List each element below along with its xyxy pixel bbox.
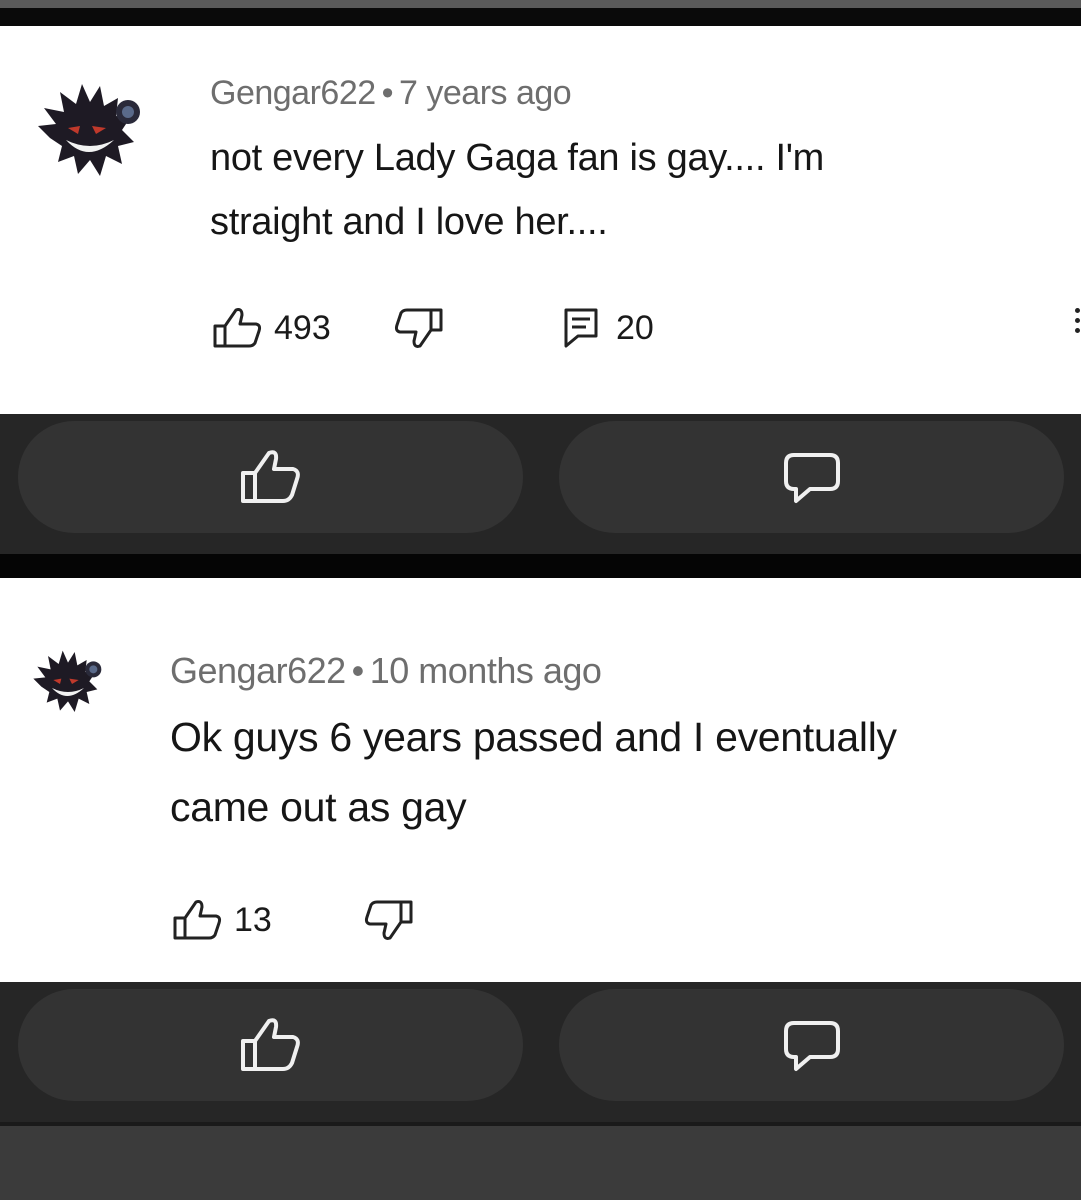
like-count: 493	[274, 308, 331, 347]
thumbs-up-icon	[213, 308, 262, 348]
comment-text-line: came out as gay	[170, 784, 467, 830]
dislike-button[interactable]	[362, 898, 414, 942]
timestamp: 7 years ago	[399, 74, 572, 112]
thumbs-up-icon	[173, 900, 222, 940]
meta-separator: •	[351, 650, 365, 691]
kebab-menu-icon[interactable]	[1075, 308, 1081, 338]
comment-text: Ok guys 6 years passed and I eventually …	[170, 702, 897, 842]
action-bar	[0, 982, 1081, 1122]
comment-text-line: straight and I love her....	[210, 201, 608, 243]
thumbs-down-icon	[364, 900, 413, 940]
comment-pill-button[interactable]	[559, 989, 1064, 1101]
comment-card: Gengar622 • 10 months ago Ok guys 6 years …	[0, 578, 1081, 982]
gengar-avatar-icon	[33, 650, 102, 712]
like-button[interactable]: 13	[172, 898, 272, 942]
timestamp: 10 months ago	[369, 650, 602, 691]
reply-count: 20	[616, 308, 654, 347]
bottom-area	[0, 1126, 1081, 1200]
reply-button[interactable]: 20	[562, 306, 654, 350]
like-count: 13	[234, 900, 272, 939]
avatar[interactable]	[30, 68, 150, 188]
thumbs-down-icon	[394, 308, 443, 348]
comment-bubble-icon	[783, 1021, 840, 1071]
comment-meta: Gengar622 • 10 months ago	[170, 650, 602, 692]
reply-icon	[564, 308, 598, 348]
comment-text-line: not every Lady Gaga fan is gay.... I'm	[210, 137, 825, 179]
comment-text: not every Lady Gaga fan is gay.... I'm s…	[210, 126, 824, 254]
like-button[interactable]: 493	[212, 306, 331, 350]
dislike-button[interactable]	[392, 306, 444, 350]
thumbs-up-icon	[240, 450, 300, 503]
top-strip	[0, 0, 1081, 8]
action-bar	[0, 414, 1081, 554]
gengar-avatar-icon	[38, 84, 140, 176]
like-pill-button[interactable]	[18, 421, 523, 533]
comment-card: Gengar622 • 7 years ago not every Lady Gag…	[0, 26, 1081, 414]
comment-bubble-icon	[783, 453, 840, 503]
thumbs-up-icon	[240, 1018, 300, 1071]
meta-separator: •	[381, 74, 394, 112]
comment-pill-button[interactable]	[559, 421, 1064, 533]
comment-meta: Gengar622 • 7 years ago	[210, 74, 572, 113]
divider	[0, 554, 1081, 578]
comment-text-line: Ok guys 6 years passed and I eventually	[170, 714, 897, 760]
username[interactable]: Gengar622	[170, 650, 346, 691]
username[interactable]: Gengar622	[210, 74, 376, 112]
top-band	[0, 8, 1081, 26]
like-pill-button[interactable]	[18, 989, 523, 1101]
avatar[interactable]	[28, 640, 108, 720]
